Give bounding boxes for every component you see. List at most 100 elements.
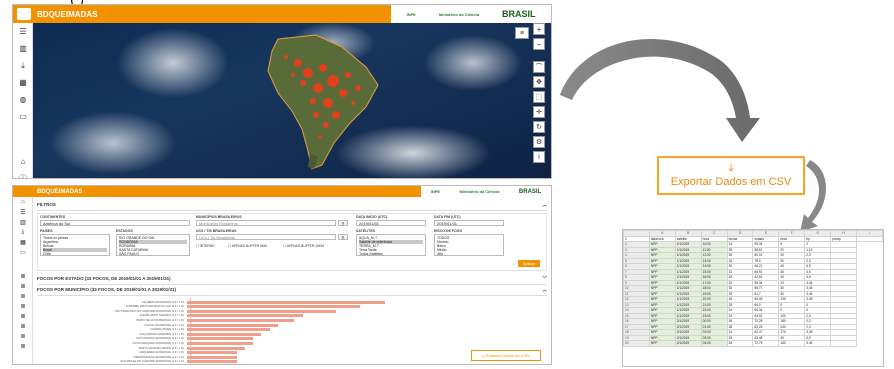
data-app-title: BDQUEIMADAS bbox=[37, 188, 83, 195]
export-csv-button[interactable]: ⤓ Exportar Dados em CSV bbox=[657, 156, 805, 195]
table-cell[interactable]: 2/1/2019 bbox=[674, 340, 702, 347]
layers-icon[interactable]: ☰ bbox=[13, 23, 33, 40]
bar-row: CALDEIRA (RONDÔNIA) (2 F / 1 %) bbox=[37, 300, 385, 304]
pan-icon[interactable]: ✥ bbox=[533, 76, 545, 88]
layer-switcher-icon[interactable]: ≡ bbox=[515, 27, 529, 39]
table-icon[interactable]: ▦ bbox=[13, 74, 33, 91]
continent-select[interactable]: América do Sul bbox=[40, 220, 190, 226]
list-icon[interactable]: ≣ bbox=[13, 281, 33, 291]
checkbox-internal[interactable]: ☐ INTERNO bbox=[196, 244, 215, 248]
table-cell[interactable]: 3,45 bbox=[804, 340, 832, 347]
bar[interactable] bbox=[187, 323, 278, 327]
states-label: ESTADOS bbox=[116, 229, 133, 233]
table-cell[interactable]: 72,75 bbox=[752, 340, 780, 347]
checkbox-label: APENAS BUFFER 5KM bbox=[231, 244, 267, 248]
countries-list[interactable]: Todos os países Argentina Bolívia Brasil… bbox=[40, 234, 110, 256]
table-cell[interactable]: NPP bbox=[648, 340, 676, 347]
list-icon[interactable]: ≣ bbox=[13, 311, 33, 321]
table-cell[interactable]: 04:00 bbox=[700, 340, 728, 347]
info-icon[interactable]: ⓘ bbox=[13, 170, 33, 178]
bar[interactable] bbox=[187, 328, 270, 332]
download-icon[interactable]: ⤓ bbox=[13, 57, 33, 74]
bar-label: SÃO MIGUEL DO GUAPORÉ (RONDÔNIA) (1 F / … bbox=[120, 360, 184, 364]
home-icon[interactable]: ⌂ bbox=[13, 153, 33, 170]
municipality-input[interactable]: Municípios Brasileiros bbox=[196, 220, 336, 226]
zoom-out-icon[interactable]: − bbox=[533, 38, 545, 50]
export-csv-label: Exportar Dados em CSV bbox=[670, 176, 792, 188]
bar-label: COSTA MARQUES (RONDÔNIA) (1 F / 1 %) bbox=[132, 341, 184, 345]
biomes-input[interactable]: UCs / Tis Brasileiras bbox=[196, 234, 336, 240]
bar[interactable] bbox=[187, 300, 385, 304]
bar[interactable] bbox=[187, 318, 295, 322]
countries-label: PAÍSES bbox=[40, 229, 53, 233]
risk-list[interactable]: TODOS Mínimo Baixo Médio Alto bbox=[434, 234, 504, 256]
export-csv-button-small[interactable]: ⤓ Exportar Dados em CSV bbox=[471, 350, 541, 361]
zoom-in-icon[interactable]: + bbox=[533, 23, 545, 35]
date-start-input[interactable]: 2019/01/01 bbox=[356, 220, 426, 226]
municipality-section-header[interactable]: FOCOS POR MUNICÍPIO (33 FOCOS, DE 2019/0… bbox=[37, 285, 547, 296]
bar[interactable] bbox=[187, 346, 245, 350]
monitor-icon[interactable]: ▭ bbox=[13, 247, 33, 257]
layers-icon[interactable]: ☰ bbox=[13, 207, 33, 217]
list-item[interactable]: SÃO PAULO bbox=[119, 252, 187, 255]
satellite-map[interactable]: ≡ + − ⌒ ✥ ⬚ ✛ ↻ ⚙ i bbox=[33, 23, 551, 178]
state-section-header[interactable]: FOCOS POR ESTADO (33 FOCOS, DE 2019/01/0… bbox=[37, 274, 547, 285]
bar[interactable] bbox=[187, 314, 303, 318]
bar[interactable] bbox=[187, 309, 336, 313]
bar[interactable] bbox=[187, 305, 361, 309]
apply-button[interactable]: Aplicar bbox=[518, 260, 540, 267]
states-list[interactable]: RIO GRANDE DO SUL RONDÔNIA RORAIMA SANTA… bbox=[116, 234, 190, 256]
collapse-icon[interactable]: ︿ bbox=[543, 287, 548, 293]
select-icon[interactable]: ⬚ bbox=[533, 91, 545, 103]
table-cell[interactable] bbox=[856, 235, 883, 242]
data-sidebar: ⌂ ☰ ▥ ⤓ ▦ ▭ ≣ ≣ ≣ ≣ ≣ ≣ ≣ ≣ bbox=[13, 197, 33, 364]
monitor-icon[interactable]: ▭ bbox=[13, 108, 33, 125]
list-icon[interactable]: ≣ bbox=[13, 321, 33, 331]
continent-label: CONTINENTES bbox=[40, 215, 66, 219]
bar[interactable] bbox=[187, 351, 237, 355]
list-item[interactable]: Alto bbox=[437, 252, 501, 255]
partner-logo-ministry: Ministério da Ciência bbox=[438, 11, 479, 17]
bar-row: PORTO VELHO (RONDÔNIA) (2 F / 1 %) bbox=[37, 318, 295, 322]
list-item[interactable]: Chile bbox=[43, 252, 107, 255]
collapse-icon[interactable]: ﹀ bbox=[543, 276, 548, 282]
biomes-search-icon[interactable]: ⚲ bbox=[338, 234, 348, 240]
list-icon[interactable]: ≣ bbox=[13, 331, 33, 341]
list-icon[interactable]: ≣ bbox=[13, 301, 33, 311]
row-number[interactable]: 20 bbox=[623, 340, 650, 347]
collapse-icon[interactable]: ︿ bbox=[543, 202, 548, 208]
partner-logos: INPE Ministério da Ciência BRASIL bbox=[391, 5, 551, 23]
refresh-icon[interactable]: ↻ bbox=[533, 121, 545, 133]
bar[interactable] bbox=[187, 341, 253, 345]
chart-icon[interactable]: ▥ bbox=[13, 217, 33, 227]
table-cell[interactable] bbox=[830, 340, 858, 347]
bar-label: JOÃO PESSOA (PARAÍBA) (1 F / 1 %) bbox=[139, 332, 184, 336]
table-icon[interactable]: ▦ bbox=[13, 237, 33, 247]
list-icon[interactable]: ≣ bbox=[13, 271, 33, 281]
satellites-list[interactable]: AQUA_M-T Satélite de referência TERRA_M-… bbox=[356, 234, 426, 256]
list-icon[interactable]: ≣ bbox=[13, 341, 33, 351]
chart-icon[interactable]: ▥ bbox=[13, 40, 33, 57]
spreadsheet-table: ABCDEFGHI 1 datahora satelite hora bioma esta… bbox=[623, 230, 883, 347]
settings-icon[interactable]: ⚙ bbox=[533, 136, 545, 148]
table-cell[interactable]: 180 bbox=[778, 340, 806, 347]
zoom-controls: + − bbox=[533, 23, 545, 53]
home-icon[interactable]: ⌂ bbox=[13, 197, 33, 207]
info-tool-icon[interactable]: i bbox=[533, 151, 545, 163]
list-item[interactable]: Todos Satélites bbox=[359, 252, 423, 255]
municipality-search-icon[interactable]: ⚲ bbox=[338, 220, 348, 226]
measure-icon[interactable]: ⌒ bbox=[533, 61, 545, 73]
crosshair-icon[interactable]: ✛ bbox=[533, 106, 545, 118]
date-end-input[interactable]: 2019/01/31 bbox=[434, 220, 504, 226]
globe-icon[interactable]: ◍ bbox=[13, 91, 33, 108]
table-cell[interactable]: 34 bbox=[726, 340, 754, 347]
download-icon[interactable]: ⤓ bbox=[13, 227, 33, 237]
list-icon[interactable]: ≣ bbox=[13, 291, 33, 301]
bar[interactable] bbox=[187, 337, 253, 341]
bar[interactable] bbox=[187, 332, 262, 336]
filters-section-header[interactable]: FILTROS ︿ bbox=[37, 200, 547, 211]
checkbox-buffer-5km[interactable]: ☐ APENAS BUFFER 5KM bbox=[228, 244, 267, 248]
bar[interactable] bbox=[187, 360, 237, 364]
checkbox-buffer-10km[interactable]: ☐ APENAS BUFFER 10KM bbox=[283, 244, 324, 248]
bar[interactable] bbox=[187, 355, 237, 359]
